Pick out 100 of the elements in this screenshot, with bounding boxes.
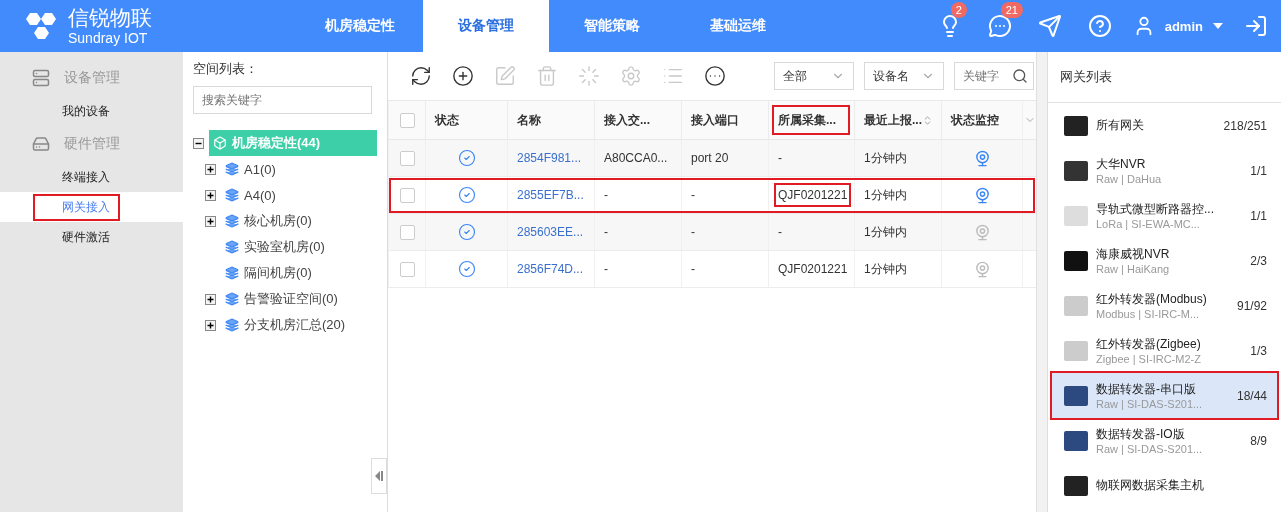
status-icon	[457, 260, 476, 278]
webcam-icon[interactable]	[973, 149, 991, 167]
expand-toggle[interactable]	[205, 189, 216, 201]
column-header: 所属采集...	[768, 101, 854, 139]
photo-placeholder	[1064, 250, 1088, 271]
photo-placeholder	[1064, 115, 1088, 136]
expand-toggle[interactable]	[205, 293, 216, 305]
gateway-item[interactable]: 大华NVR Raw | DaHua 1/1	[1052, 148, 1277, 193]
device-name-link[interactable]: 2855EF7B...	[517, 188, 584, 202]
server-icon	[32, 69, 50, 87]
gateway-item[interactable]: 物联网数据采集主机	[1052, 463, 1277, 508]
help-icon	[1087, 14, 1112, 38]
gateway-item[interactable]: 红外转发器(Zigbee) Zigbee | SI-IRC-M2-Z 1/3	[1052, 328, 1277, 373]
expand-toggle[interactable]	[205, 319, 216, 331]
table-cell: port 20	[691, 151, 729, 165]
filter-dropdown[interactable]: 全部	[774, 62, 854, 90]
status-icon	[457, 186, 476, 204]
tree-node[interactable]: A4(0)	[221, 182, 282, 208]
column-header: 状态	[425, 101, 507, 139]
photo-placeholder	[1064, 430, 1088, 451]
panel-title: 网关列表	[1048, 52, 1281, 103]
logout-icon	[1244, 14, 1268, 38]
photo-placeholder	[1064, 160, 1088, 181]
gateway-item[interactable]: 海康威视NVR Raw | HaiKang 2/3	[1052, 238, 1277, 283]
logo-subtitle: Sundray IOT	[68, 29, 149, 47]
photo-placeholder	[1064, 475, 1088, 496]
gateway-item[interactable]: 所有网关 218/251	[1052, 103, 1277, 148]
panel-title: 空间列表：	[193, 60, 259, 78]
table-cell: A80CCA0...	[604, 151, 668, 165]
device-name-link[interactable]: 2854F981...	[517, 151, 582, 165]
send-icon	[1037, 14, 1062, 38]
expand-toggle[interactable]	[205, 163, 216, 175]
device-name-link[interactable]: 2856F74D...	[517, 262, 584, 276]
gateway-count: 1/3	[1250, 343, 1267, 358]
gateway-detail: Zigbee | SI-IRC-M2-Z	[1096, 353, 1202, 365]
collapse-button[interactable]	[371, 458, 387, 494]
gateway-count: 218/251	[1223, 118, 1267, 133]
gateway-item[interactable]: 导轨式微型断路器控... LoRa | SI-EWA-MC... 1/1	[1052, 193, 1277, 238]
status-icon	[457, 149, 476, 167]
table-cell: -	[604, 188, 608, 202]
search-field[interactable]: 搜索关键字	[193, 86, 372, 114]
photo-placeholder	[1064, 340, 1088, 361]
photo-placeholder	[1064, 385, 1088, 406]
select-all-checkbox[interactable]	[399, 112, 415, 128]
tree-node[interactable]: 隔间机房(0)	[221, 260, 318, 286]
device-name-link[interactable]: 285603EE...	[517, 225, 584, 239]
gateway-name: 所有网关	[1096, 117, 1145, 134]
gateway-count: 8/9	[1250, 433, 1267, 448]
sidebar-group-label: 设备管理	[64, 69, 120, 87]
collapse-icon	[375, 470, 383, 482]
gateway-detail: Raw | DaHua	[1096, 173, 1163, 185]
gateway-item[interactable]: 红外转发器(Modbus) Modbus | SI-IRC-M... 91/92	[1052, 283, 1277, 328]
sidebar-item[interactable]: 终端接入	[35, 165, 118, 189]
gateway-detail: Raw | HaiKang	[1096, 263, 1171, 275]
edit-icon	[494, 65, 516, 87]
row-checkbox[interactable]	[399, 261, 415, 277]
message-icon	[987, 14, 1012, 38]
layers-icon	[225, 188, 239, 202]
webcam-off-icon[interactable]	[973, 260, 991, 278]
column-header: 最近上报...	[854, 101, 941, 139]
table-cell: -	[604, 262, 608, 276]
row-checkbox[interactable]	[399, 187, 415, 203]
nav-tab[interactable]: 设备管理	[423, 0, 549, 52]
sidebar-item[interactable]: 硬件激活	[35, 225, 118, 249]
gateway-name: 红外转发器(Modbus)	[1096, 291, 1208, 308]
layers-icon	[225, 240, 239, 254]
tree-node[interactable]: 实验室机房(0)	[221, 234, 331, 260]
gateway-name: 红外转发器(Zigbee)	[1096, 336, 1202, 353]
field-dropdown[interactable]: 设备名	[864, 62, 944, 90]
keyword-search-field[interactable]: 关键字	[954, 62, 1034, 90]
cube-icon	[213, 136, 227, 150]
tree-node[interactable]: 核心机房(0)	[221, 208, 318, 234]
sidebar-item[interactable]: 我的设备	[35, 99, 118, 123]
gateway-item[interactable]: 数据转发器-串口版 Raw | SI-DAS-S201... 18/44	[1052, 373, 1277, 418]
gateway-item[interactable]: 数据转发器-IO版 Raw | SI-DAS-S201... 8/9	[1052, 418, 1277, 463]
webcam-icon[interactable]	[973, 186, 991, 204]
column-header: 名称	[507, 101, 594, 139]
status-icon	[457, 223, 476, 241]
gateway-count: 1/1	[1250, 163, 1267, 178]
gateway-name: 海康威视NVR	[1096, 246, 1171, 263]
tree-node[interactable]: A1(0)	[221, 156, 282, 182]
webcam-off-icon[interactable]	[973, 223, 991, 241]
row-checkbox[interactable]	[399, 224, 415, 240]
gateway-detail: Raw | SI-DAS-S201...	[1096, 398, 1204, 410]
tree-node[interactable]: 分支机房汇总(20)	[221, 312, 352, 338]
tree-node[interactable]: 告警验证空间(0)	[221, 286, 344, 312]
table-cell-text: -	[777, 224, 783, 241]
count-badge: 2	[950, 2, 967, 18]
expand-toggle[interactable]	[205, 215, 216, 227]
gateway-name: 数据转发器-IO版	[1096, 426, 1186, 443]
layers-icon	[225, 162, 239, 176]
row-checkbox[interactable]	[399, 150, 415, 166]
gateway-count: 1/1	[1250, 208, 1267, 223]
photo-placeholder	[1064, 295, 1088, 316]
collapse-toggle[interactable]	[193, 137, 204, 149]
caret-icon	[1213, 23, 1223, 29]
table-cell: 1分钟内	[864, 223, 907, 241]
gateway-name: 导轨式微型断路器控...	[1096, 201, 1215, 218]
dial-icon	[578, 65, 600, 87]
gateway-detail: Modbus | SI-IRC-M...	[1096, 308, 1201, 320]
